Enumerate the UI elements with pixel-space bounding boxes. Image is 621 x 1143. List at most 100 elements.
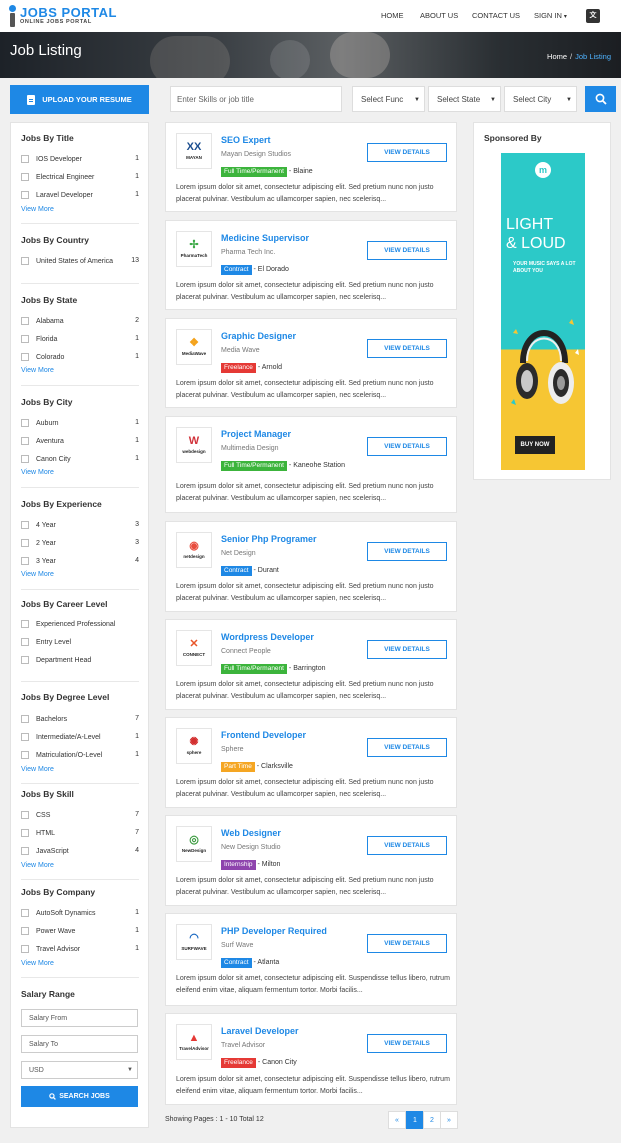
checkbox[interactable] [21,557,29,565]
job-title-link[interactable]: Project Manager [221,429,291,439]
filter-option[interactable]: 4 Year 3 [21,519,139,531]
checkbox[interactable] [21,317,29,325]
checkbox[interactable] [21,521,29,529]
view-details-button[interactable]: VIEW DETAILS [367,542,447,561]
company-logo[interactable]: ▲ TravelAdvisor [176,1024,212,1060]
checkbox[interactable] [21,620,29,628]
view-more-link[interactable]: View More [21,571,54,578]
filter-option[interactable]: Entry Level [21,636,139,648]
company-logo[interactable]: ✺ sphere [176,728,212,764]
job-title-link[interactable]: Senior Php Programer [221,534,317,544]
filter-option[interactable]: Experienced Professional [21,618,139,630]
view-details-button[interactable]: VIEW DETAILS [367,437,447,456]
job-title-link[interactable]: Graphic Designer [221,331,296,341]
filter-option[interactable]: JavaScript 4 [21,845,139,857]
filter-option[interactable]: Canon City 1 [21,453,139,465]
job-title-link[interactable]: Medicine Supervisor [221,233,309,243]
filter-option[interactable]: Intermediate/A-Level 1 [21,731,139,743]
checkbox[interactable] [21,539,29,547]
view-details-button[interactable]: VIEW DETAILS [367,738,447,757]
filter-option[interactable]: Colorado 1 [21,351,139,363]
job-title-link[interactable]: Frontend Developer [221,730,306,740]
company-logo[interactable]: ◠ SURFWAVE [176,924,212,960]
view-details-button[interactable]: VIEW DETAILS [367,1034,447,1053]
checkbox[interactable] [21,656,29,664]
filter-option[interactable]: Matriculation/O-Level 1 [21,749,139,761]
company-logo[interactable]: Wwebdesign [176,427,212,463]
checkbox[interactable] [21,847,29,855]
filter-option[interactable]: HTML 7 [21,827,139,839]
nav-contact-us[interactable]: CONTACT US [472,11,520,20]
filter-option[interactable]: United States of America 13 [21,255,139,267]
city-select[interactable]: Select City ▼ [504,86,577,112]
checkbox[interactable] [21,733,29,741]
filter-option[interactable]: Bachelors 7 [21,713,139,725]
checkbox[interactable] [21,419,29,427]
checkbox[interactable] [21,335,29,343]
checkbox[interactable] [21,437,29,445]
checkbox[interactable] [21,353,29,361]
currency-select[interactable]: USD ▼ [21,1061,138,1079]
salary-from-input[interactable]: Salary From [21,1009,138,1027]
filter-option[interactable]: Auburn 1 [21,417,139,429]
checkbox[interactable] [21,715,29,723]
nav-about-us[interactable]: ABOUT US [420,11,458,20]
company-logo[interactable]: ✕ CONNECT [176,630,212,666]
pagination-page-2[interactable]: 2 [423,1111,441,1129]
checkbox[interactable] [21,638,29,646]
view-more-link[interactable]: View More [21,960,54,967]
upload-resume-button[interactable]: UPLOAD YOUR RESUME [10,85,149,114]
pagination-page-1[interactable]: 1 [406,1111,424,1129]
search-jobs-button[interactable]: SEARCH JOBS [21,1086,138,1107]
pagination-prev[interactable]: « [388,1111,406,1129]
search-button[interactable] [585,86,616,112]
nav-home[interactable]: HOME [381,11,404,20]
checkbox[interactable] [21,751,29,759]
pagination-next[interactable]: » [440,1111,458,1129]
checkbox[interactable] [21,257,29,265]
company-logo[interactable]: XX MAYAN [176,133,212,169]
job-title-link[interactable]: PHP Developer Required [221,926,327,936]
checkbox[interactable] [21,909,29,917]
company-logo[interactable]: ❖ MediaWave [176,329,212,365]
filter-option[interactable]: IOS Developer 1 [21,153,139,165]
filter-option[interactable]: 2 Year 3 [21,537,139,549]
buy-now-button[interactable]: BUY NOW [515,436,555,454]
view-more-link[interactable]: View More [21,469,54,476]
view-more-link[interactable]: View More [21,367,54,374]
view-details-button[interactable]: VIEW DETAILS [367,339,447,358]
state-select[interactable]: Select State ▼ [428,86,501,112]
view-details-button[interactable]: VIEW DETAILS [367,836,447,855]
filter-option[interactable]: CSS 7 [21,809,139,821]
view-more-link[interactable]: View More [21,766,54,773]
checkbox[interactable] [21,811,29,819]
salary-to-input[interactable]: Salary To [21,1035,138,1053]
checkbox[interactable] [21,829,29,837]
job-title-link[interactable]: Laravel Developer [221,1026,299,1036]
company-logo[interactable]: ◉ netdesign [176,532,212,568]
checkbox[interactable] [21,927,29,935]
view-more-link[interactable]: View More [21,862,54,869]
view-details-button[interactable]: VIEW DETAILS [367,241,447,260]
filter-option[interactable]: Florida 1 [21,333,139,345]
filter-option[interactable]: 3 Year 4 [21,555,139,567]
filter-option[interactable]: Aventura 1 [21,435,139,447]
breadcrumb-home[interactable]: Home [547,52,567,61]
checkbox[interactable] [21,945,29,953]
checkbox[interactable] [21,191,29,199]
view-more-link[interactable]: View More [21,206,54,213]
company-logo[interactable]: ✢ PharmaTech [176,231,212,267]
checkbox[interactable] [21,455,29,463]
job-title-link[interactable]: Wordpress Developer [221,632,314,642]
view-details-button[interactable]: VIEW DETAILS [367,640,447,659]
view-details-button[interactable]: VIEW DETAILS [367,934,447,953]
view-details-button[interactable]: VIEW DETAILS [367,143,447,162]
sponsor-ad-banner[interactable]: m LIGHT & LOUD YOUR MUSIC SAYS A LOT ABOU… [501,153,585,470]
filter-option[interactable]: Power Wave 1 [21,925,139,937]
skills-search-input[interactable] [170,86,342,112]
checkbox[interactable] [21,173,29,181]
company-logo[interactable]: ◎ NewDesign [176,826,212,862]
filter-option[interactable]: AutoSoft Dynamics 1 [21,907,139,919]
site-logo[interactable]: JOBS PORTAL ONLINE JOBS PORTAL [8,4,117,28]
language-icon[interactable]: 文 [586,9,600,23]
